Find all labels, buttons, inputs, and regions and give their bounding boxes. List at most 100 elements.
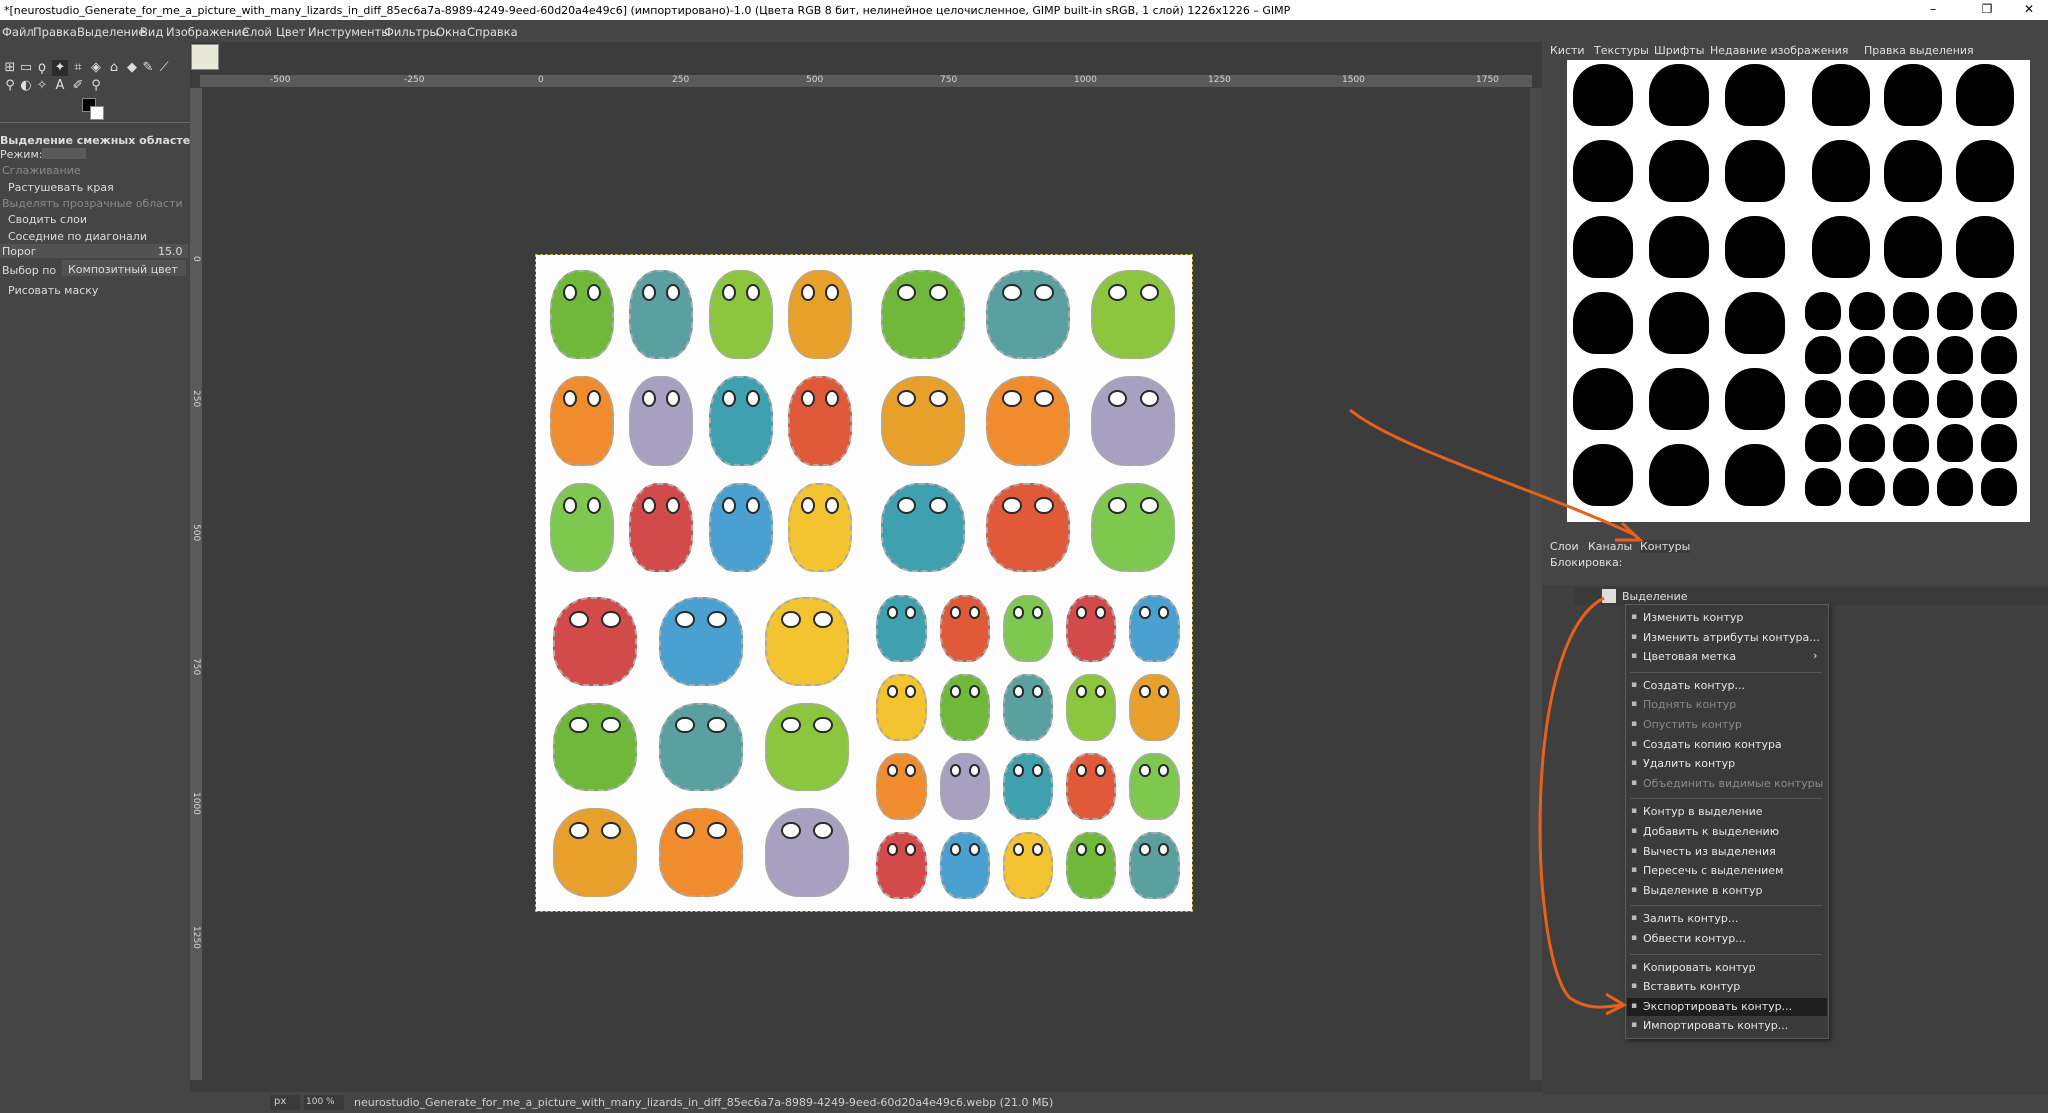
tab-selection-editor[interactable]: Правка выделения xyxy=(1864,44,1974,57)
lizard-eye xyxy=(586,496,601,514)
menu-color[interactable]: Цвет xyxy=(276,25,305,39)
image-canvas[interactable] xyxy=(535,254,1193,912)
menu-item-label: Импортировать контур... xyxy=(1643,1019,1789,1033)
dodge-icon[interactable]: ◐ xyxy=(18,78,34,94)
tab-layers[interactable]: Слои xyxy=(1550,540,1579,553)
lizard-eye xyxy=(569,611,589,629)
menu-windows[interactable]: Окна xyxy=(436,25,467,39)
menu-help[interactable]: Справка xyxy=(467,25,518,39)
menu-item[interactable]: ▪ Контур в выделение xyxy=(1627,803,1827,821)
brush-icon[interactable]: ✎ xyxy=(140,60,156,76)
text-icon[interactable]: A xyxy=(52,78,68,94)
maximize-button[interactable]: ❐ xyxy=(1972,2,2002,18)
image-tab-thumbnail[interactable] xyxy=(191,44,219,70)
background-color-swatch[interactable] xyxy=(90,106,104,120)
menu-layer[interactable]: Слой xyxy=(242,25,272,39)
menu-image[interactable]: Изображение xyxy=(166,25,249,39)
menu-item[interactable]: ▪ Вычесть из выделения xyxy=(1627,843,1827,861)
threshold-label: Порог xyxy=(2,245,37,258)
menu-tools[interactable]: Инструменты xyxy=(308,25,390,39)
ruler-label: -500 xyxy=(270,75,291,85)
menu-edit[interactable]: Правка xyxy=(33,25,77,39)
tab-channels[interactable]: Каналы xyxy=(1588,540,1632,553)
crop-icon[interactable]: ⌗ xyxy=(70,60,86,76)
menu-item[interactable]: ▪ Изменить контур xyxy=(1627,609,1827,627)
menu-item[interactable]: ▪ Объединить видимые контуры xyxy=(1627,775,1827,793)
tab-patterns[interactable]: Текстуры xyxy=(1594,44,1649,57)
menu-item[interactable]: ▪ Залить контур... xyxy=(1627,910,1827,928)
menu-item-icon: ▪ xyxy=(1631,933,1638,943)
antialias-checkbox[interactable]: Сглаживание xyxy=(2,164,81,177)
close-button[interactable]: ✕ xyxy=(2014,2,2044,18)
menu-item[interactable]: ▪ Поднять контур xyxy=(1627,696,1827,714)
unit-dropdown[interactable]: px xyxy=(270,1095,300,1110)
path-icon[interactable]: ✧ xyxy=(34,78,50,94)
menu-item[interactable]: ▪ Удалить контур xyxy=(1627,755,1827,773)
fill-icon[interactable]: ◆ xyxy=(124,60,140,76)
clone-icon[interactable]: ⚲ xyxy=(2,78,18,94)
silhouette-shape xyxy=(1893,468,1929,506)
draw-mask-checkbox[interactable]: Рисовать маску xyxy=(8,284,98,297)
menu-item[interactable]: ▪ Опустить контур xyxy=(1627,716,1827,734)
zoom-icon[interactable]: ⚲ xyxy=(88,78,104,94)
transform-icon[interactable]: ◈ xyxy=(88,60,104,76)
silhouette-shape xyxy=(1725,368,1785,430)
feather-checkbox[interactable]: Растушевать края xyxy=(8,181,114,194)
lizard-eye xyxy=(642,283,657,301)
lizard-eye xyxy=(1076,685,1088,698)
lasso-icon[interactable]: ϙ xyxy=(34,60,50,76)
menu-item[interactable]: ▪ Копировать контур xyxy=(1627,959,1827,977)
rect-select-icon[interactable]: ▭ xyxy=(18,60,34,76)
menu-item[interactable]: ▪ Создать копию контура xyxy=(1627,736,1827,754)
mode-buttons[interactable] xyxy=(42,148,86,159)
align-tool-icon[interactable]: ⊞ xyxy=(2,60,18,76)
lizard-sticker xyxy=(985,269,1071,360)
tab-fonts[interactable]: Шрифты xyxy=(1654,44,1704,57)
menu-view[interactable]: Вид xyxy=(140,25,163,39)
lizard-sticker xyxy=(549,376,614,466)
menu-item[interactable]: ▪ Импортировать контур... xyxy=(1627,1017,1827,1035)
menu-item[interactable]: ▪ Обвести контур... xyxy=(1627,930,1827,948)
silhouette-shape xyxy=(1812,216,1870,278)
tab-brushes[interactable]: Кисти xyxy=(1550,44,1585,57)
lizard-eye xyxy=(1013,606,1025,619)
color-picker-icon[interactable]: ✐ xyxy=(70,78,86,94)
menu-item[interactable]: ▪ Пересечь с выделением xyxy=(1627,862,1827,880)
threshold-slider[interactable]: Порог 15.0 xyxy=(0,244,188,258)
smudge-icon[interactable]: ⟋ xyxy=(156,60,172,76)
status-bar: px 100 % neurostudio_Generate_for_me_a_p… xyxy=(190,1092,1542,1113)
silhouette-shape xyxy=(1573,140,1633,202)
menu-item[interactable]: ▪ Добавить к выделению xyxy=(1627,823,1827,841)
menu-item[interactable]: ▪ Создать контур... xyxy=(1627,677,1827,695)
minimize-button[interactable]: – xyxy=(1918,2,1948,18)
select-by-dropdown[interactable]: Композитный цвет xyxy=(62,260,186,276)
vertical-scrollbar[interactable] xyxy=(1530,88,1542,1080)
lizard-sticker xyxy=(764,702,850,792)
menu-item[interactable]: ▪ Экспортировать контур... xyxy=(1627,997,1827,1016)
tab-recent-images[interactable]: Недавние изображения xyxy=(1710,44,1848,57)
lizard-sticker xyxy=(1091,376,1176,466)
diagonal-checkbox[interactable]: Соседние по диагонали xyxy=(8,230,147,243)
menu-filters[interactable]: Фильтры xyxy=(384,25,439,39)
menu-item[interactable]: ▪ Изменить атрибуты контура... xyxy=(1627,629,1827,647)
silhouette-shape xyxy=(1884,140,1942,202)
silhouette-shape xyxy=(1937,336,1973,374)
lizard-sticker xyxy=(708,376,773,466)
path-row[interactable]: Выделение xyxy=(1574,587,2048,605)
lizard-sticker xyxy=(1002,753,1054,820)
menu-item[interactable]: ▪ Цветовая метка › xyxy=(1627,648,1827,666)
menu-file[interactable]: Файл xyxy=(2,25,34,39)
menu-item[interactable]: ▪ Выделение в контур xyxy=(1627,882,1827,900)
lizard-sticker xyxy=(629,376,694,466)
menu-select[interactable]: Выделение xyxy=(77,25,146,39)
zoom-dropdown[interactable]: 100 % xyxy=(304,1095,344,1110)
sample-merged-checkbox[interactable]: Сводить слои xyxy=(8,213,87,226)
lizard-eye xyxy=(1158,685,1170,698)
warp-icon[interactable]: ⌂ xyxy=(106,60,122,76)
lizard-sticker xyxy=(939,753,991,820)
menu-item[interactable]: ▪ Вставить контур xyxy=(1627,978,1827,996)
lizard-sticker xyxy=(764,808,850,897)
tab-paths[interactable]: Контуры xyxy=(1640,540,1691,553)
select-transparent-checkbox[interactable]: Выделять прозрачные области xyxy=(2,197,183,210)
fuzzy-select-icon[interactable]: ✦ xyxy=(52,60,68,76)
